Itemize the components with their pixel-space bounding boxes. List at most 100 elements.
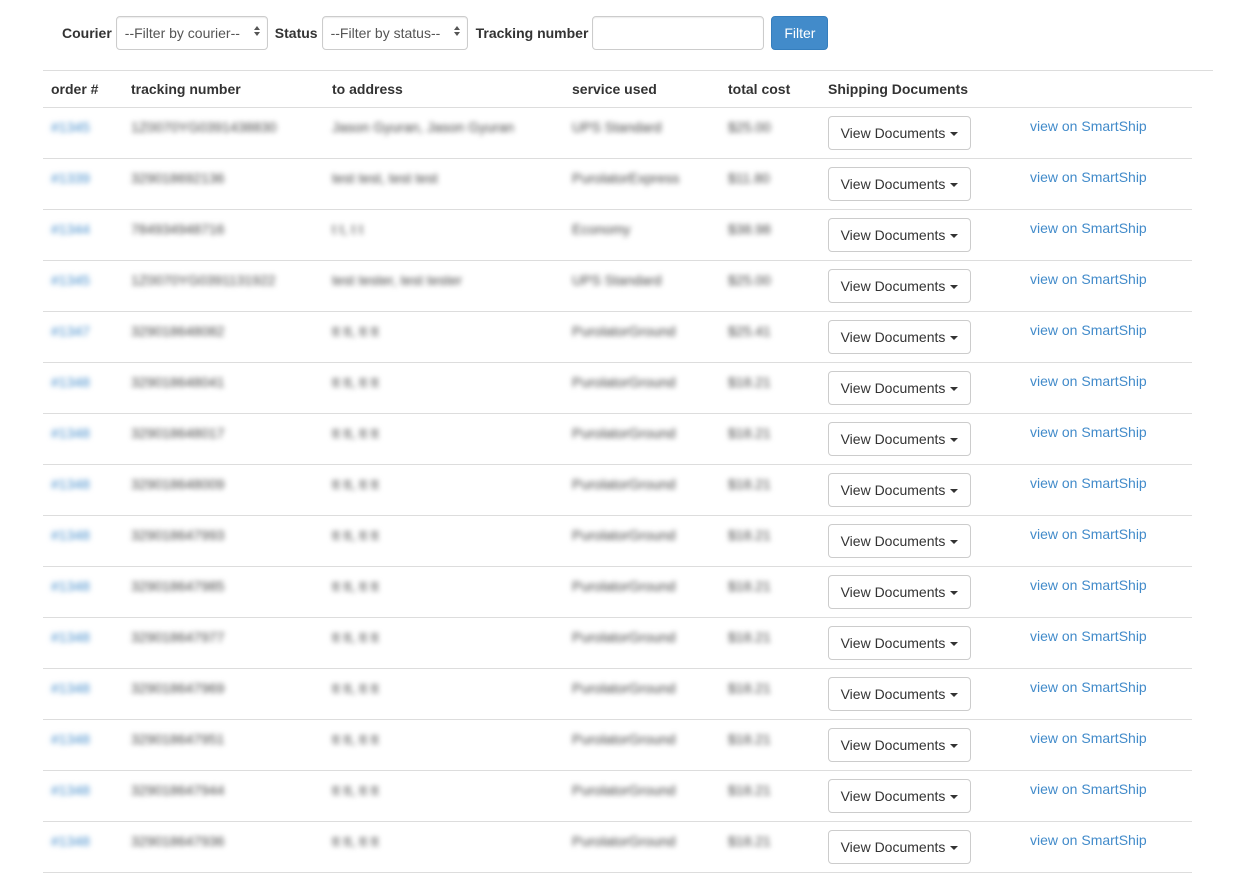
order-link[interactable]: #1345 — [51, 261, 115, 288]
order-link[interactable]: #1347 — [51, 312, 115, 339]
table-row: #1345 1Z0070YG0391438830 Jason Gyuran, Jas… — [43, 107, 1192, 159]
documents-cell: View Documents — [820, 260, 1022, 312]
view-on-smartship-link[interactable]: view on SmartShip — [1030, 312, 1147, 338]
order-link[interactable]: #1344 — [51, 210, 115, 237]
to-address: tt tt, tt tt — [332, 680, 379, 696]
filter-button[interactable]: Filter — [771, 16, 829, 50]
view-on-smartship-link[interactable]: view on SmartShip — [1030, 516, 1147, 542]
service-cell: PurolatorGround — [564, 821, 720, 873]
cost-cell: $25.00 — [720, 107, 820, 159]
service-used: PurolatorGround — [572, 578, 676, 594]
courier-select[interactable]: --Filter by courier-- — [115, 16, 268, 50]
view-documents-button[interactable]: View Documents — [828, 218, 971, 252]
order-link[interactable]: #1348 — [51, 414, 115, 441]
order-link[interactable]: #1348 — [51, 669, 115, 696]
view-documents-button[interactable]: View Documents — [828, 728, 971, 762]
view-documents-button[interactable]: View Documents — [828, 116, 971, 150]
documents-cell: View Documents — [820, 566, 1022, 618]
view-documents-label: View Documents — [840, 278, 946, 294]
view-documents-button[interactable]: View Documents — [828, 422, 971, 456]
tracking-number-input[interactable] — [592, 16, 765, 50]
caret-down-icon — [950, 131, 959, 136]
smartship-cell: view on SmartShip — [1022, 413, 1192, 465]
view-documents-button[interactable]: View Documents — [828, 473, 971, 507]
view-documents-button[interactable]: View Documents — [828, 626, 971, 660]
to-address: tt tt, tt tt — [332, 323, 379, 339]
order-link[interactable]: #1348 — [51, 363, 115, 390]
smartship-cell: view on SmartShip — [1022, 311, 1192, 363]
total-cost: $25.00 — [728, 272, 771, 288]
tracking-cell: 329018648082 — [123, 311, 324, 363]
order-link[interactable]: #1348 — [51, 567, 115, 594]
documents-cell: View Documents — [820, 413, 1022, 465]
table-row: #1348 329018647985 tt tt, tt tt PurolatorGr… — [43, 566, 1192, 618]
order-link[interactable]: #1348 — [51, 771, 115, 798]
header-to-address: to address — [324, 71, 564, 108]
order-link[interactable]: #1345 — [51, 108, 115, 135]
tracking-number: 329018692136 — [131, 170, 225, 186]
smartship-cell: view on SmartShip — [1022, 770, 1192, 822]
tracking-number: 329018647993 — [131, 527, 225, 543]
total-cost: $11.80 — [728, 170, 770, 186]
view-on-smartship-link[interactable]: view on SmartShip — [1030, 108, 1147, 134]
status-select[interactable]: --Filter by status-- — [321, 16, 468, 50]
service-cell: PurolatorGround — [564, 566, 720, 618]
service-used: PurolatorGround — [572, 629, 676, 645]
view-documents-button[interactable]: View Documents — [828, 269, 971, 303]
cost-cell: $18.21 — [720, 464, 820, 516]
table-row: #1348 329018647951 tt tt, tt tt PurolatorGr… — [43, 719, 1192, 771]
total-cost: $18.21 — [728, 425, 771, 441]
view-on-smartship-link[interactable]: view on SmartShip — [1030, 414, 1147, 440]
order-cell: #1344 — [43, 209, 123, 261]
tracking-number: 329018648041 — [131, 374, 225, 390]
service-used: PurolatorGround — [572, 833, 676, 849]
order-link[interactable]: #1348 — [51, 720, 115, 747]
order-cell: #1348 — [43, 413, 123, 465]
service-cell: Economy — [564, 209, 720, 261]
view-on-smartship-link[interactable]: view on SmartShip — [1030, 822, 1147, 848]
view-on-smartship-link[interactable]: view on SmartShip — [1030, 720, 1147, 746]
view-on-smartship-link[interactable]: view on SmartShip — [1030, 618, 1147, 644]
order-cell: #1348 — [43, 515, 123, 567]
view-documents-button[interactable]: View Documents — [828, 167, 971, 201]
view-documents-button[interactable]: View Documents — [828, 320, 971, 354]
view-documents-button[interactable]: View Documents — [828, 779, 971, 813]
view-documents-button[interactable]: View Documents — [828, 575, 971, 609]
order-cell: #1347 — [43, 311, 123, 363]
view-documents-label: View Documents — [840, 329, 946, 345]
cost-cell: $18.21 — [720, 770, 820, 822]
view-on-smartship-link[interactable]: view on SmartShip — [1030, 363, 1147, 389]
view-documents-button[interactable]: View Documents — [828, 371, 971, 405]
view-documents-label: View Documents — [840, 635, 946, 651]
order-link[interactable]: #1348 — [51, 516, 115, 543]
order-link[interactable]: #1348 — [51, 465, 115, 492]
order-link[interactable]: #1348 — [51, 618, 115, 645]
filter-bar: Courier --Filter by courier-- Status --F… — [62, 16, 829, 50]
header-actions — [1022, 71, 1192, 108]
tracking-cell: 329018647985 — [123, 566, 324, 618]
view-on-smartship-link[interactable]: view on SmartShip — [1030, 567, 1147, 593]
order-link[interactable]: #1348 — [51, 822, 115, 849]
table-header-row: order # tracking number to address servi… — [43, 71, 1192, 108]
tracking-cell: 329018647944 — [123, 770, 324, 822]
view-documents-button[interactable]: View Documents — [828, 524, 971, 558]
order-cell: #1348 — [43, 821, 123, 873]
documents-cell: View Documents — [820, 209, 1022, 261]
view-on-smartship-link[interactable]: view on SmartShip — [1030, 261, 1147, 287]
view-documents-button[interactable]: View Documents — [828, 830, 971, 864]
view-documents-button[interactable]: View Documents — [828, 677, 971, 711]
view-on-smartship-link[interactable]: view on SmartShip — [1030, 771, 1147, 797]
order-cell: #1348 — [43, 719, 123, 771]
caret-down-icon — [950, 182, 959, 187]
view-on-smartship-link[interactable]: view on SmartShip — [1030, 465, 1147, 491]
smartship-cell: view on SmartShip — [1022, 362, 1192, 414]
view-on-smartship-link[interactable]: view on SmartShip — [1030, 669, 1147, 695]
view-on-smartship-link[interactable]: view on SmartShip — [1030, 159, 1147, 185]
view-on-smartship-link[interactable]: view on SmartShip — [1030, 210, 1147, 236]
tracking-cell: 1Z0070YG0391131922 — [123, 260, 324, 312]
address-cell: tt tt, tt tt — [324, 413, 564, 465]
view-documents-label: View Documents — [840, 686, 946, 702]
total-cost: $18.21 — [728, 527, 771, 543]
view-documents-label: View Documents — [840, 533, 946, 549]
order-link[interactable]: #1339 — [51, 159, 115, 186]
